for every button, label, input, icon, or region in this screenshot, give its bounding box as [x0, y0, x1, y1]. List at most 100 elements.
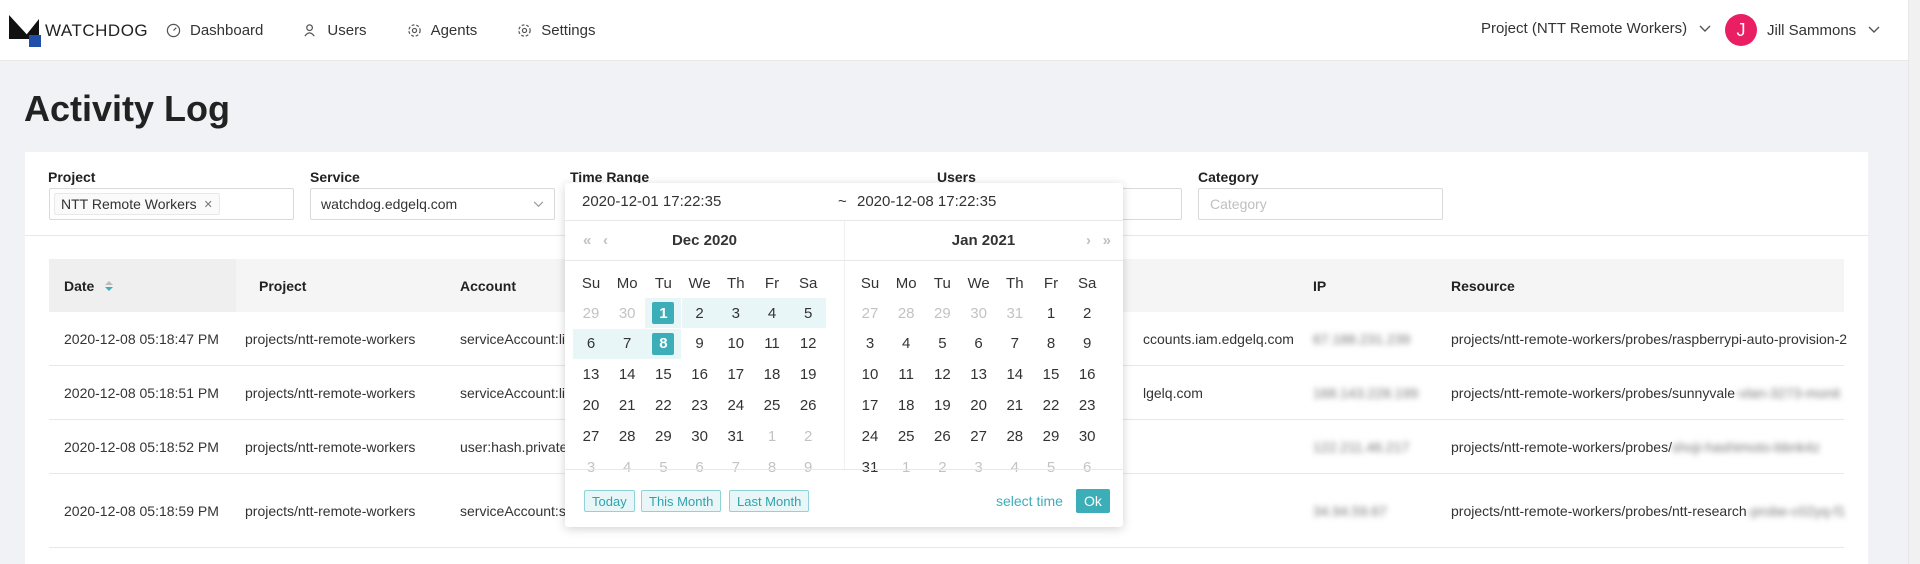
calendar-day[interactable]: 4: [754, 298, 790, 328]
calendar-day[interactable]: 22: [645, 390, 681, 420]
calendar-day[interactable]: 14: [997, 360, 1033, 390]
watchdog-logo[interactable]: WATCHDOG: [9, 15, 148, 47]
calendar-day[interactable]: 11: [754, 329, 790, 359]
range-input[interactable]: 2020-12-01 17:22:35 ~ 2020-12-08 17:22:3…: [565, 183, 1123, 221]
calendar-day[interactable]: 13: [573, 360, 609, 390]
column-account[interactable]: Account: [460, 259, 516, 312]
calendar-day[interactable]: 18: [754, 360, 790, 390]
next-year-icon[interactable]: »: [1103, 232, 1111, 249]
calendar-day[interactable]: 16: [1069, 360, 1105, 390]
calendar-day[interactable]: 31: [997, 298, 1033, 328]
calendar-day[interactable]: 11: [888, 360, 924, 390]
calendar-day[interactable]: 6: [573, 328, 609, 359]
calendar-day[interactable]: 8: [1033, 329, 1069, 359]
calendar-day[interactable]: 1: [754, 421, 790, 451]
service-select[interactable]: watchdog.edgelq.com: [310, 188, 555, 220]
calendar-day[interactable]: 23: [1069, 390, 1105, 420]
user-menu[interactable]: J Jill Sammons: [1725, 14, 1880, 46]
calendar-day[interactable]: 27: [573, 421, 609, 451]
calendar-day[interactable]: 15: [1033, 360, 1069, 390]
sort-icon[interactable]: [104, 279, 114, 293]
nav-settings[interactable]: Settings: [517, 22, 595, 39]
calendar-day[interactable]: 2: [790, 421, 826, 451]
calendar-day[interactable]: 29: [924, 298, 960, 328]
calendar-day[interactable]: 6: [961, 329, 997, 359]
preset-today[interactable]: Today: [584, 490, 635, 512]
calendar-day[interactable]: 27: [852, 298, 888, 328]
calendar-day[interactable]: 13: [961, 360, 997, 390]
calendar-day[interactable]: 20: [961, 390, 997, 420]
page-scrollbar[interactable]: [1908, 0, 1920, 564]
prev-month-icon[interactable]: ‹: [603, 232, 608, 249]
calendar-day[interactable]: 25: [754, 390, 790, 420]
next-month-icon[interactable]: ›: [1086, 232, 1091, 249]
calendar-day[interactable]: 30: [1069, 421, 1105, 451]
calendar-day[interactable]: 28: [609, 421, 645, 451]
calendar-day[interactable]: 26: [790, 390, 826, 420]
calendar-day[interactable]: 28: [997, 421, 1033, 451]
calendar-day[interactable]: 5: [790, 298, 827, 328]
calendar-day[interactable]: 29: [573, 298, 609, 328]
calendar-day[interactable]: 14: [609, 360, 645, 390]
nav-users[interactable]: Users: [303, 22, 367, 39]
calendar-day[interactable]: 15: [645, 360, 681, 390]
calendar-day[interactable]: 5: [924, 329, 960, 359]
project-tag[interactable]: NTT Remote Workers ✕: [54, 193, 220, 215]
calendar-day[interactable]: 19: [924, 390, 960, 420]
calendar-day[interactable]: 2: [681, 298, 718, 328]
range-start[interactable]: 2020-12-01 17:22:35: [582, 193, 721, 210]
calendar-day[interactable]: 12: [924, 360, 960, 390]
calendar-day[interactable]: 10: [852, 360, 888, 390]
calendar-day[interactable]: 1: [1033, 298, 1069, 328]
calendar-day[interactable]: 10: [718, 329, 754, 359]
calendar-day[interactable]: 7: [609, 328, 646, 359]
calendar-day[interactable]: 9: [1069, 329, 1105, 359]
calendar-day[interactable]: 17: [852, 390, 888, 420]
calendar-day[interactable]: 27: [961, 421, 997, 451]
calendar-day[interactable]: 3: [717, 298, 754, 328]
preset-last-month[interactable]: Last Month: [729, 490, 810, 512]
calendar-day[interactable]: 30: [682, 421, 718, 451]
preset-this-month[interactable]: This Month: [641, 490, 722, 512]
calendar-day[interactable]: 24: [852, 421, 888, 451]
calendar-day[interactable]: 19: [790, 360, 826, 390]
close-icon[interactable]: ✕: [204, 198, 213, 211]
calendar-day[interactable]: 29: [645, 421, 681, 451]
calendar-day[interactable]: 1: [645, 298, 682, 328]
calendar-day[interactable]: 23: [682, 390, 718, 420]
calendar-day[interactable]: 12: [790, 329, 826, 359]
column-ip[interactable]: IP: [1313, 259, 1326, 312]
category-filter[interactable]: Category: [1198, 188, 1443, 220]
calendar-day[interactable]: 8: [645, 328, 682, 359]
calendar-day[interactable]: 17: [718, 360, 754, 390]
calendar-day[interactable]: 18: [888, 390, 924, 420]
calendar-day[interactable]: 22: [1033, 390, 1069, 420]
calendar-day[interactable]: 28: [888, 298, 924, 328]
calendar-day[interactable]: 2: [1069, 298, 1105, 328]
calendar-day[interactable]: 24: [718, 390, 754, 420]
calendar-day[interactable]: 29: [1033, 421, 1069, 451]
project-filter[interactable]: NTT Remote Workers ✕: [49, 188, 294, 220]
calendar-day[interactable]: 25: [888, 421, 924, 451]
project-selector[interactable]: Project (NTT Remote Workers): [1481, 20, 1711, 37]
calendar-day[interactable]: 9: [682, 329, 718, 359]
calendar-day[interactable]: 21: [997, 390, 1033, 420]
calendar-day[interactable]: 16: [682, 360, 718, 390]
calendar-day[interactable]: 21: [609, 390, 645, 420]
calendar-day[interactable]: 4: [888, 329, 924, 359]
nav-agents[interactable]: Agents: [407, 22, 477, 39]
column-date[interactable]: Date: [49, 259, 236, 312]
calendar-day[interactable]: 30: [609, 298, 645, 328]
calendar-day[interactable]: 3: [852, 329, 888, 359]
calendar-day[interactable]: 30: [961, 298, 997, 328]
calendar-day[interactable]: 7: [997, 329, 1033, 359]
calendar-day[interactable]: 20: [573, 390, 609, 420]
ok-button[interactable]: Ok: [1076, 489, 1110, 513]
calendar-day[interactable]: 26: [924, 421, 960, 451]
range-end[interactable]: 2020-12-08 17:22:35: [857, 193, 996, 210]
select-time-link[interactable]: select time: [996, 493, 1063, 509]
column-resource[interactable]: Resource: [1451, 259, 1515, 312]
calendar-day[interactable]: 31: [718, 421, 754, 451]
prev-year-icon[interactable]: «: [583, 232, 591, 249]
nav-dashboard[interactable]: Dashboard: [166, 22, 263, 39]
